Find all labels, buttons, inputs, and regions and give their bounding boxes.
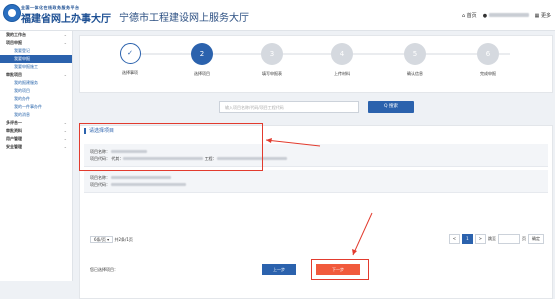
search-button[interactable]: Q 搜索 — [368, 101, 414, 113]
chevron-down-icon: ⌄ — [63, 40, 67, 45]
sidebar-item[interactable]: 我要申报 — [0, 55, 72, 63]
sidebar-item[interactable]: 用户管理 ⌄ — [0, 135, 72, 143]
user-menu[interactable]: ● — [482, 12, 529, 19]
sidebar-item[interactable]: 我的办件 — [0, 95, 72, 103]
project-row[interactable]: 项目名称： 项目代码： — [84, 170, 548, 193]
step-6: 6 完成申报 — [458, 43, 518, 77]
step-5: 5 确认信息 — [385, 43, 445, 77]
pagination-info: 6条/页 ▾ 共2条/1页 — [90, 236, 133, 244]
sidebar: 我的工作台 ⌄ 项目申报 ⌄ 我要登记 我要申报 我要申报施工 审批项目 ⌄ 我的报建服务 我的项目… — [0, 31, 73, 281]
top-header: 全国一体化在线政务服务平台 福建省网上办事大厅 宁德市工程建设网上服务大厅 ⌂ … — [0, 0, 555, 31]
prev-step-button[interactable]: 上一步 — [262, 264, 296, 275]
sidebar-item[interactable]: 审批项目 ⌄ — [0, 71, 72, 79]
next-page-button[interactable]: > — [474, 234, 486, 244]
sidebar-item[interactable]: 我要申报施工 — [0, 63, 72, 71]
sidebar-item[interactable]: 我的报建服务 — [0, 79, 72, 87]
sidebar-item[interactable]: 审批资料 ⌄ — [0, 127, 72, 135]
grid-icon: ▦ — [534, 13, 540, 19]
chevron-down-icon: ⌄ — [63, 72, 67, 77]
step-circle: ✓ — [119, 43, 141, 64]
site-title: 宁德市工程建设网上服务大厅 — [119, 13, 249, 24]
step-progress: ✓ 选择事项 2 选择项目 3 填写申报表 4 上传材料 5 确认信息 6 完成申报 — [79, 35, 553, 93]
step-circle: 2 — [191, 43, 213, 65]
page-unit-label: 页 — [522, 236, 526, 241]
selected-project-label: 您已选择项目： — [90, 267, 118, 272]
emblem-icon — [3, 4, 21, 22]
header-right: ⌂ 首页 ● ▦ 更多 — [462, 12, 551, 19]
goto-page-input[interactable] — [498, 234, 520, 244]
step-2: 2 选择项目 — [172, 43, 232, 77]
next-step-button[interactable]: 下一步 — [316, 264, 360, 275]
home-icon: ⌂ — [461, 13, 466, 19]
total-count: 共2条/1页 — [114, 237, 133, 242]
step-circle: 4 — [331, 43, 353, 65]
more-link[interactable]: ▦ 更多 — [535, 12, 551, 19]
sidebar-item[interactable]: 我的消息 — [0, 111, 72, 119]
pagination: < 1 > 跳至 页 确定 — [448, 234, 544, 244]
chevron-down-icon: ⌄ — [63, 136, 67, 141]
home-link[interactable]: ⌂ 首页 — [462, 12, 477, 19]
step-label: 填写申报表 — [262, 71, 282, 76]
chevron-down-icon: ⌄ — [63, 128, 67, 133]
step-circle: 5 — [404, 43, 426, 65]
user-icon: ● — [482, 12, 488, 19]
sidebar-item[interactable]: 我的工作台 ⌄ — [0, 31, 72, 39]
sidebar-item[interactable]: 多评合一 ⌄ — [0, 119, 72, 127]
sidebar-item[interactable]: 我的项目 — [0, 87, 72, 95]
logo-title: 福建省网上办事大厅 — [21, 14, 111, 25]
page-1-button[interactable]: 1 — [462, 234, 473, 244]
username-redacted — [488, 12, 529, 17]
prev-page-button[interactable]: < — [448, 234, 461, 244]
step-label: 完成申报 — [480, 71, 496, 76]
step-4: 4 上传材料 — [312, 43, 372, 77]
sidebar-item[interactable]: 安全管理 ⌄ — [0, 143, 72, 151]
sidebar-item[interactable]: 项目申报 ⌄ — [0, 39, 72, 47]
sidebar-item[interactable]: 我要登记 — [0, 47, 72, 55]
goto-confirm-button[interactable]: 确定 — [528, 234, 544, 244]
goto-label: 跳至 — [488, 236, 496, 241]
step-label: 选择项目 — [194, 71, 210, 76]
chevron-down-icon: ⌄ — [63, 144, 67, 149]
annotation-highlight-box — [79, 123, 263, 171]
page-size-select[interactable]: 6条/页 ▾ — [90, 236, 114, 243]
step-3: 3 填写申报表 — [242, 43, 302, 77]
step-label: 确认信息 — [407, 71, 423, 76]
sidebar-item[interactable]: 我的一件事办件 — [0, 103, 72, 111]
step-label: 选择事项 — [122, 70, 138, 75]
step-label: 上传材料 — [334, 71, 350, 76]
step-1: ✓ 选择事项 — [100, 43, 160, 76]
step-circle: 6 — [477, 43, 499, 65]
step-circle: 3 — [261, 43, 283, 65]
chevron-down-icon: ⌄ — [63, 120, 67, 125]
chevron-down-icon: ⌄ — [63, 32, 67, 37]
project-search-input[interactable]: 输入项目名称/代码/项目工程代码 — [219, 101, 359, 113]
